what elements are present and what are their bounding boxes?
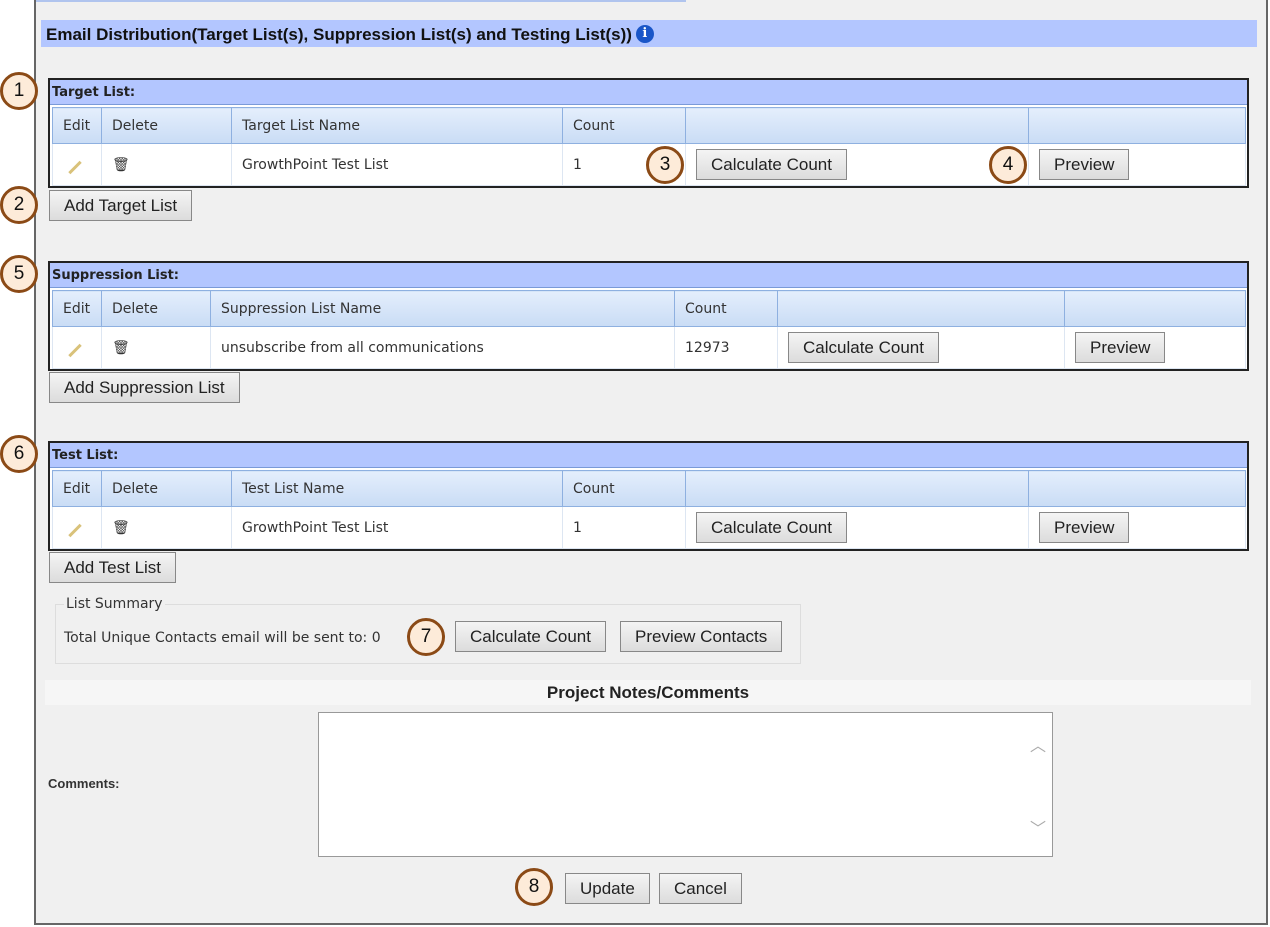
section-title: Email Distribution(Target List(s), Suppr…	[46, 25, 632, 44]
col-delete: Delete	[101, 470, 232, 507]
section-header: Email Distribution(Target List(s), Suppr…	[41, 20, 1257, 47]
callout-badge: 5	[0, 255, 38, 293]
col-edit: Edit	[52, 470, 102, 507]
callout-badge: 7	[407, 618, 445, 656]
add-test-list-button[interactable]: Add Test List	[49, 552, 177, 583]
table-header-row: Edit Delete Target List Name Count	[52, 107, 1246, 144]
col-edit: Edit	[52, 290, 102, 327]
col-count: Count	[674, 290, 778, 327]
table-row: 🗑 GrowthPoint Test List 1 Calculate Count Pr…	[52, 506, 1246, 549]
project-notes-heading: Project Notes/Comments	[45, 680, 1251, 705]
target-list-title: Target List:	[50, 80, 1247, 105]
callout-badge: 6	[0, 435, 38, 473]
delete-trash-icon[interactable]: 🗑	[112, 157, 130, 173]
table-row: 🗑 unsubscribe from all communications 1297…	[52, 326, 1246, 369]
cancel-button[interactable]: Cancel	[659, 873, 742, 904]
unique-contacts-text: Total Unique Contacts email will be sent…	[64, 630, 381, 646]
col-delete: Delete	[101, 290, 211, 327]
preview-contacts-button[interactable]: Preview Contacts	[620, 621, 783, 652]
list-name: unsubscribe from all communications	[210, 326, 675, 369]
col-name: Suppression List Name	[210, 290, 675, 327]
update-button[interactable]: Update	[565, 873, 650, 904]
delete-trash-icon[interactable]: 🗑	[112, 340, 130, 356]
delete-trash-icon[interactable]: 🗑	[112, 520, 130, 536]
preview-button[interactable]: Preview	[1075, 332, 1166, 363]
table-header-row: Edit Delete Test List Name Count	[52, 470, 1246, 507]
preview-button[interactable]: Preview	[1039, 512, 1130, 543]
add-target-list-button[interactable]: Add Target List	[49, 190, 193, 221]
col-count: Count	[562, 470, 686, 507]
list-count: 12973	[674, 326, 778, 369]
callout-badge: 4	[989, 146, 1027, 184]
edit-pencil-icon[interactable]	[68, 160, 82, 174]
test-list-title: Test List:	[50, 443, 1247, 468]
col-name: Target List Name	[231, 107, 563, 144]
suppression-list-title: Suppression List:	[50, 263, 1247, 288]
scroll-down-icon[interactable]: ﹀	[1030, 815, 1046, 839]
summary-calculate-count-button[interactable]: Calculate Count	[455, 621, 606, 652]
col-name: Test List Name	[231, 470, 563, 507]
callout-badge: 3	[646, 146, 684, 184]
comments-textarea[interactable]	[318, 712, 1053, 857]
add-suppression-list-button[interactable]: Add Suppression List	[49, 372, 240, 403]
table-header-row: Edit Delete Suppression List Name Count	[52, 290, 1246, 327]
info-icon[interactable]: i	[635, 25, 654, 43]
callout-badge: 2	[0, 186, 38, 224]
col-count: Count	[562, 107, 686, 144]
suppression-list-table: Suppression List: Edit Delete Suppression …	[48, 261, 1249, 371]
list-count: 1	[562, 506, 686, 549]
callout-badge: 1	[0, 72, 38, 110]
edit-pencil-icon[interactable]	[68, 523, 82, 537]
list-name: GrowthPoint Test List	[231, 143, 563, 186]
test-list-table: Test List: Edit Delete Test List Name Count…	[48, 441, 1249, 551]
col-delete: Delete	[101, 107, 232, 144]
edit-pencil-icon[interactable]	[68, 343, 82, 357]
calculate-count-button[interactable]: Calculate Count	[788, 332, 939, 363]
comments-label: Comments:	[48, 776, 120, 791]
calculate-count-button[interactable]: Calculate Count	[696, 512, 847, 543]
calculate-count-button[interactable]: Calculate Count	[696, 149, 847, 180]
scroll-up-icon[interactable]: ︿	[1030, 732, 1046, 756]
top-divider	[36, 0, 686, 2]
callout-badge: 8	[515, 868, 553, 906]
list-name: GrowthPoint Test List	[231, 506, 563, 549]
preview-button[interactable]: Preview	[1039, 149, 1130, 180]
col-edit: Edit	[52, 107, 102, 144]
list-summary-legend: List Summary	[66, 596, 163, 612]
